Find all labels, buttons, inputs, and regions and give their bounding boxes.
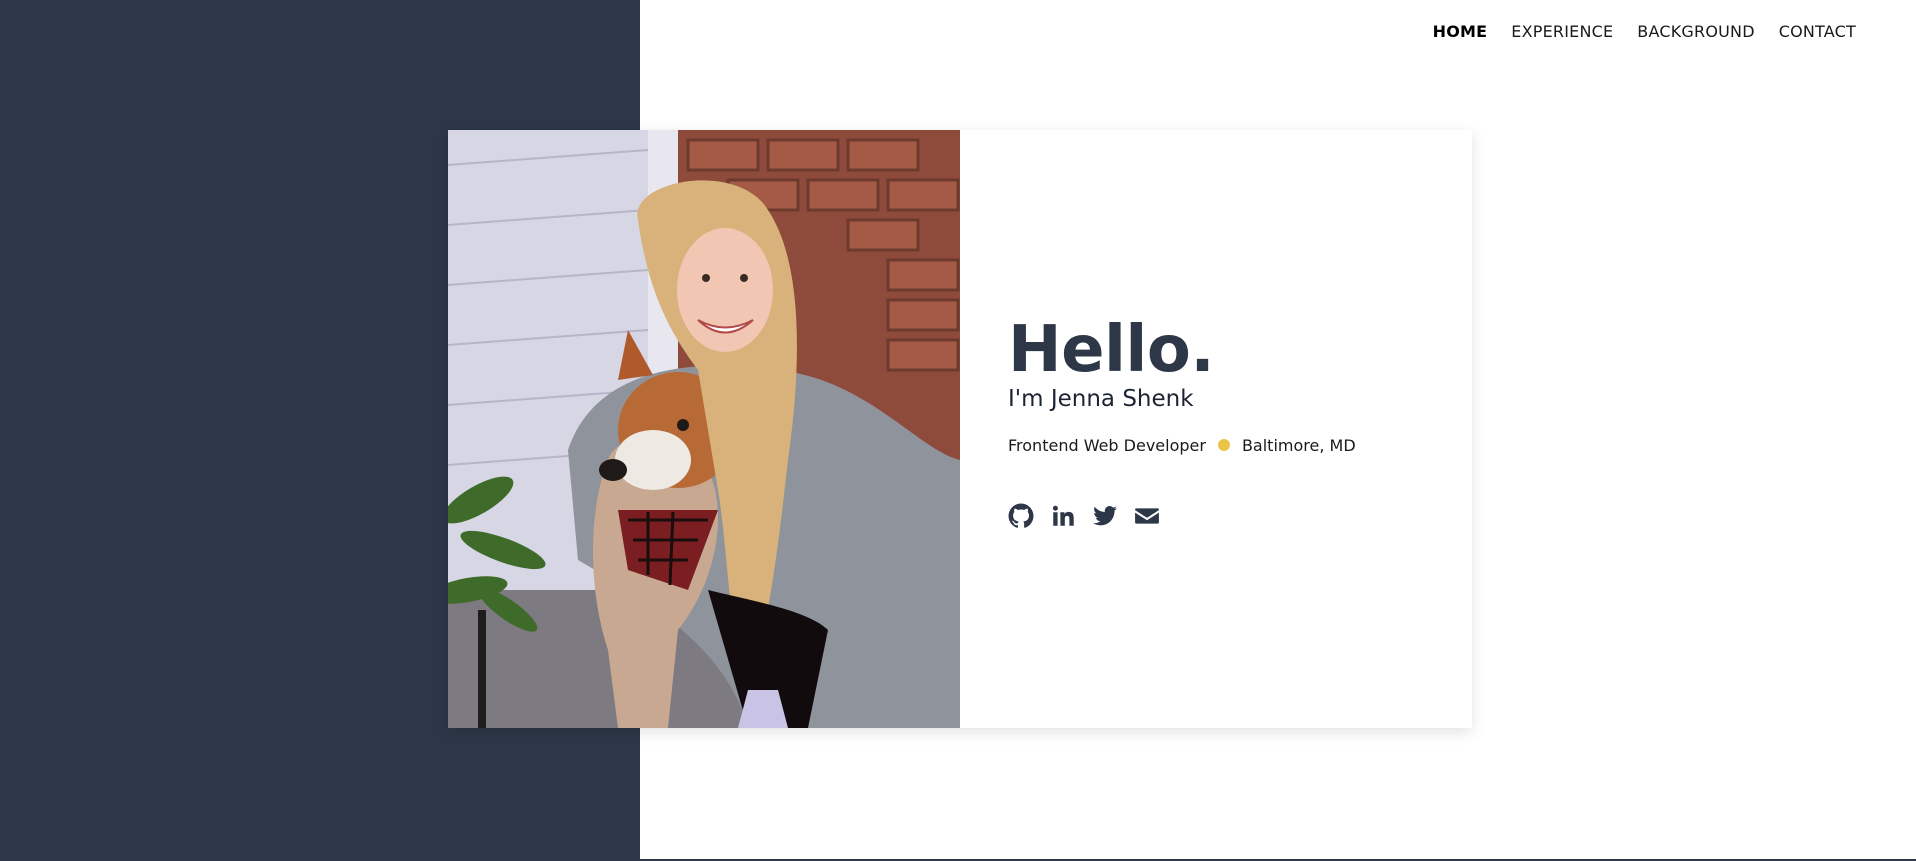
- twitter-icon[interactable]: [1092, 503, 1118, 529]
- nav-experience[interactable]: EXPERIENCE: [1511, 22, 1613, 41]
- hero-card: Hello. I'm Jenna Shenk Frontend Web Deve…: [448, 130, 1472, 728]
- role-location: Frontend Web Developer Baltimore, MD: [1008, 436, 1472, 455]
- role-text: Frontend Web Developer: [1008, 435, 1206, 455]
- separator-dot: [1217, 439, 1230, 451]
- greeting-heading: Hello.: [1008, 312, 1215, 387]
- nav-background[interactable]: BACKGROUND: [1637, 22, 1754, 41]
- top-nav: HOME EXPERIENCE BACKGROUND CONTACT: [1433, 22, 1856, 41]
- social-links: [1008, 503, 1472, 529]
- hero-info: Hello. I'm Jenna Shenk Frontend Web Deve…: [960, 130, 1472, 728]
- nav-home[interactable]: HOME: [1433, 22, 1488, 41]
- linkedin-icon[interactable]: [1050, 503, 1076, 529]
- github-icon[interactable]: [1008, 503, 1034, 529]
- nav-contact[interactable]: CONTACT: [1779, 22, 1856, 41]
- intro-text: I'm Jenna Shenk: [1008, 385, 1194, 412]
- email-icon[interactable]: [1134, 503, 1160, 529]
- location-text: Baltimore, MD: [1241, 435, 1356, 455]
- profile-photo: [448, 130, 960, 728]
